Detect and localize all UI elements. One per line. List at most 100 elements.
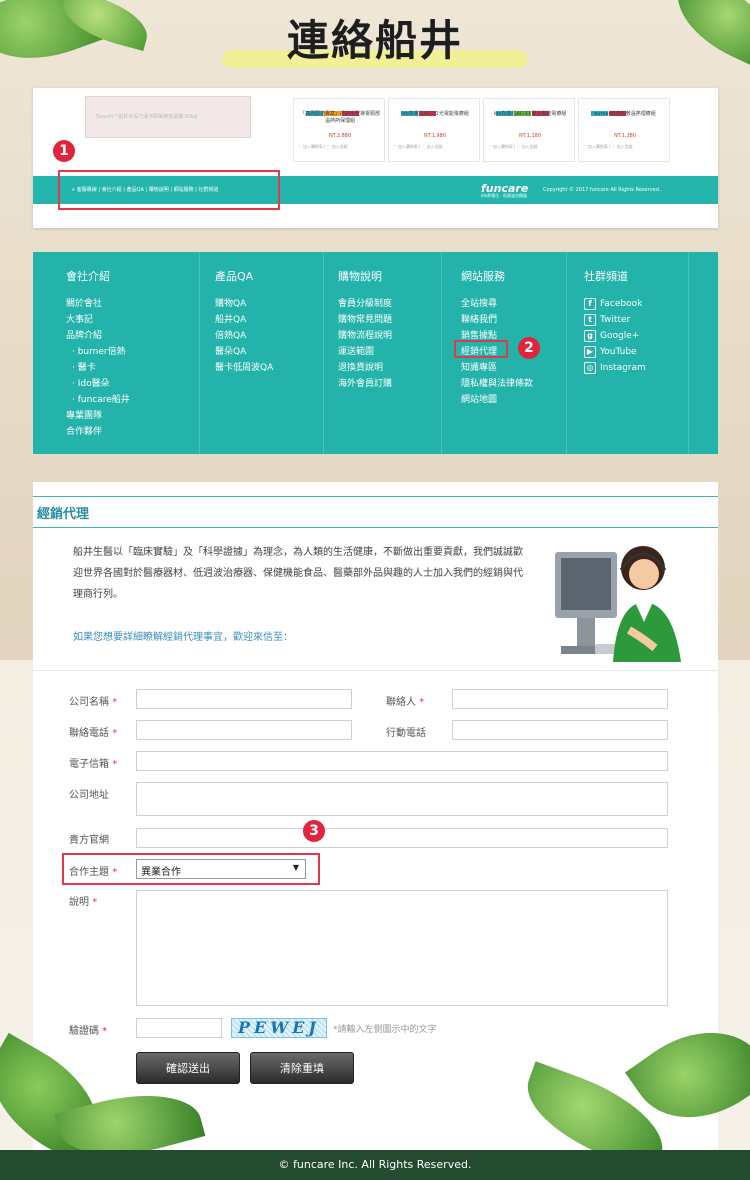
distributor-form-panel: 經銷代理 船井生醫以「臨床實驗」及「科學證據」為理念，為人類的生活健康，不斷做出… [33,482,718,1150]
email-input[interactable] [136,751,668,771]
column-title: 會社介紹 [66,270,110,283]
twitter-icon: t [584,314,596,326]
section-header: 經銷代理 [33,496,718,528]
sitemap-link[interactable]: 倍熱QA [215,328,273,344]
annotation-badge-3: 3 [303,820,325,842]
product-actions[interactable]: ♡ 加入購物車 | ♡ 加入追蹤 [393,144,477,150]
sitemap-link[interactable]: 全站搜尋 [461,296,533,312]
mobile-input[interactable] [452,720,668,740]
search-box[interactable]: Search™船井®深力溝卡瞬美棒加溫機 60kg [85,96,251,138]
label-text: 驗證碼 [69,1026,99,1037]
twitter-link[interactable]: t Twitter [584,312,646,328]
label-text: 公司名稱 [69,697,109,708]
product-tags [591,101,627,116]
sitemap-link[interactable]: · 醫卡 [66,360,130,376]
captcha-image: PEWEJ [231,1018,327,1038]
label-text: 說明 [69,897,89,908]
product-card[interactable]: Ido負電位AC-11電光電能電療組 NT.1,180 ♡ 加入購物車 | ♡ … [483,98,575,162]
sitemap-link[interactable]: · burner倍熱 [66,344,130,360]
facebook-link[interactable]: f Facebook [584,296,646,312]
sitemap-link[interactable]: 會員分級制度 [338,296,392,312]
column-title: 網站服務 [461,270,505,283]
sitemap-column: 產品QA 購物QA 船井QA 倍熱QA 醫朵QA 醫卡低周波QA [215,252,324,454]
sitemap-link[interactable]: 醫朵QA [215,344,273,360]
address-textarea[interactable] [136,782,668,816]
social-label: Google+ [600,331,640,341]
sitemap-link[interactable]: 隱私權與法律條款 [461,376,533,392]
company-input[interactable] [136,689,352,709]
label-text: 電子信箱 [69,759,109,770]
submit-button[interactable]: 確認送出 [136,1052,240,1084]
section-title: 經銷代理 [37,507,90,522]
mobile-label: 行動電話 [386,728,426,739]
sitemap-link[interactable]: 關於會社 [66,296,130,312]
product-name: Ido負電位AC-11電光電能電療組 [493,111,567,117]
website-label: 貴方官網 [69,835,109,846]
column-title: 社群頻道 [584,270,628,283]
website-input[interactable] [136,828,668,848]
product-actions[interactable]: ♡ 加入購物車 | ♡ 加入追蹤 [488,144,572,150]
highlight-box-2 [454,340,508,358]
product-price: NT.1,280 [613,133,637,139]
youtube-link[interactable]: ▶ YouTube [584,344,646,360]
sitemap-link[interactable]: 專業團隊 [66,408,130,424]
captcha-input[interactable] [136,1018,222,1038]
required-mark: * [419,697,425,708]
product-actions[interactable]: ♡ 加入購物車 | ♡ 加入追蹤 [583,144,667,150]
product-card[interactable]: 「高周配送專案」船井全型導電頸部溫熱熱保理組 NT.2,880 ♡ 加入購物車 … [293,98,385,162]
product-card[interactable]: Ido負電位AC-11光電能電療組 NT.1,980 ♡ 加入購物車 | ♡ 加… [388,98,480,162]
googleplus-icon: g [584,330,596,342]
screenshot-footer-bar: Search™船井®深力溝卡瞬美棒加溫機 60kg 「高周配送專案」船井全型導電… [33,88,718,228]
sitemap-link[interactable]: 運送範圍 [338,344,392,360]
social-label: Instagram [600,363,646,373]
captcha-hint: *請輸入左側圖示中的文字 [333,1025,437,1035]
page-footer: © funcare Inc. All Rights Reserved. [0,1150,750,1180]
reset-button[interactable]: 清除重填 [250,1052,354,1084]
social-label: YouTube [600,347,637,357]
sitemap-link[interactable]: · Ido醫朵 [66,376,130,392]
logo-subtitle: Ido負電位 · 低周波治療器 [481,193,527,198]
instagram-link[interactable]: ◎ Instagram [584,360,646,376]
sitemap-link[interactable]: 品牌介紹 [66,328,130,344]
social-label: Facebook [600,299,643,309]
sitemap-link[interactable]: 知識專區 [461,360,533,376]
description-textarea[interactable] [136,890,668,1006]
sitemap-link[interactable]: 購物流程說明 [338,328,392,344]
sitemap-column: 社群頻道 f Facebook t Twitter g Google+ ▶ YouTub… [584,252,689,454]
sitemap-panel: 會社介紹 關於會社 大事記 品牌介紹 · burner倍熱 · 醫卡 · Ido… [33,252,718,454]
column-title: 購物說明 [338,270,382,283]
product-price: NT.1,180 [518,133,542,139]
facebook-icon: f [584,298,596,310]
label-text: 聯絡人 [386,697,416,708]
sitemap-link[interactable]: 海外會員訂購 [338,376,392,392]
captcha-label: 驗證碼 * [69,1022,107,1037]
sitemap-column: 會社介紹 關於會社 大事記 品牌介紹 · burner倍熱 · 醫卡 · Ido… [66,252,200,454]
youtube-icon: ▶ [584,346,596,358]
contact-input[interactable] [452,689,668,709]
sitemap-link[interactable]: 合作夥伴 [66,424,130,440]
intro-contact-link[interactable]: 如果您想要詳細瞭解經銷代理事宜，歡迎來信至： [73,628,293,643]
sitemap-link[interactable]: · funcare船井 [66,392,130,408]
required-mark: * [112,697,118,708]
product-tags [306,101,360,116]
highlight-box-1 [58,170,280,210]
sitemap-link[interactable]: 船井QA [215,312,273,328]
sitemap-link[interactable]: 聯絡我們 [461,312,533,328]
required-mark: * [102,1026,108,1037]
sitemap-link[interactable]: 購物常見問題 [338,312,392,328]
sitemap-link[interactable]: 退換貨說明 [338,360,392,376]
product-card[interactable]: burner健康熱敷溫熱理療組 NT.1,280 ♡ 加入購物車 | ♡ 加入追… [578,98,670,162]
googleplus-link[interactable]: g Google+ [584,328,646,344]
instagram-icon: ◎ [584,362,596,374]
sitemap-link[interactable]: 醫卡低周波QA [215,360,273,376]
funcare-logo: funcare Ido負電位 · 低周波治療器 [481,182,528,199]
sitemap-link[interactable]: 購物QA [215,296,273,312]
sitemap-column: 購物說明 會員分級制度 購物常見問題 購物流程說明 運送範圍 退換貨說明 海外會… [338,252,442,454]
product-actions[interactable]: ♡ 加入購物車 | ♡ 加入追蹤 [298,144,382,150]
sitemap-link[interactable]: 網站地圖 [461,392,533,408]
product-price: NT.1,980 [423,133,447,139]
sitemap-link[interactable]: 大事記 [66,312,130,328]
phone-input[interactable] [136,720,352,740]
label-text: 聯絡電話 [69,728,109,739]
annotation-badge-1: 1 [53,140,75,162]
